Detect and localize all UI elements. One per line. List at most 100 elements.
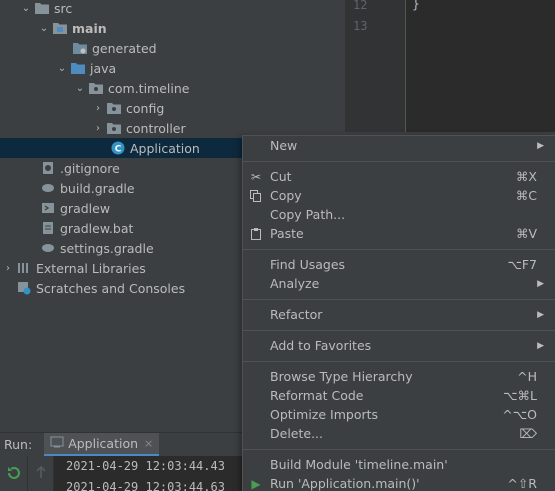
module-folder-icon <box>52 20 68 36</box>
menu-item-optimize-imports[interactable]: Optimize Imports ^⌥O <box>243 405 555 424</box>
rerun-icon[interactable] <box>6 465 22 484</box>
tree-item-label: gradlew.bat <box>60 220 134 236</box>
menu-item-paste[interactable]: Paste ⌘V <box>243 224 555 243</box>
chevron-right-icon[interactable]: › <box>92 98 104 118</box>
run-tab-application[interactable]: Application × <box>44 432 160 457</box>
menu-item-refactor[interactable]: Refactor ▶ <box>243 305 555 324</box>
run-toolbar <box>0 456 28 491</box>
package-icon <box>106 120 122 136</box>
chevron-right-icon[interactable]: › <box>92 118 104 138</box>
tree-item-label: java <box>90 60 117 76</box>
close-icon[interactable]: × <box>144 437 153 450</box>
submenu-arrow-icon: ▶ <box>537 309 544 320</box>
submenu-arrow-icon: ▶ <box>537 278 544 289</box>
submenu-arrow-icon: ▶ <box>537 140 544 151</box>
menu-item-delete[interactable]: Delete... ⌦ <box>243 424 555 443</box>
tree-item-label: config <box>126 100 165 116</box>
tree-item-label: com.timeline <box>108 80 190 96</box>
menu-item-reformat-code[interactable]: Reformat Code ⌥⌘L <box>243 386 555 405</box>
tree-item-generated[interactable]: generated <box>0 38 345 58</box>
chevron-down-icon[interactable]: ⌄ <box>56 58 68 78</box>
menu-item-label: Paste <box>270 226 304 241</box>
tree-item-label: generated <box>92 40 157 56</box>
tree-item-package[interactable]: ⌄ com.timeline <box>0 78 345 98</box>
tree-item-label: build.gradle <box>60 180 135 196</box>
tree-item-config[interactable]: › config <box>0 98 345 118</box>
menu-item-label: New <box>270 138 298 153</box>
tree-item-main[interactable]: ⌄ main <box>0 18 345 38</box>
menu-item-label: Run 'Application.main()' <box>270 476 420 491</box>
scissors-icon: ✂ <box>250 169 262 184</box>
line-number: 13 <box>353 19 368 33</box>
menu-item-copy[interactable]: Copy ⌘C <box>243 186 555 205</box>
shortcut-label: ^⌥O <box>502 407 537 422</box>
ignore-file-icon <box>40 160 56 176</box>
menu-item-run-application[interactable]: ▶ Run 'Application.main()' ^⇧R <box>243 474 555 491</box>
code-editor[interactable]: } <box>405 0 555 132</box>
package-icon <box>106 100 122 116</box>
tree-item-label: Scratches and Consoles <box>36 280 186 296</box>
menu-item-build-module[interactable]: Build Module 'timeline.main' <box>243 455 555 474</box>
menu-item-label: Build Module 'timeline.main' <box>270 457 448 472</box>
copy-icon <box>249 189 263 203</box>
run-tab-label: Application <box>68 435 139 451</box>
console-line: 2021-04-29 12:03:44.43 <box>66 459 225 473</box>
menu-item-add-to-favorites[interactable]: Add to Favorites ▶ <box>243 336 555 355</box>
menu-item-label: Refactor <box>270 307 323 322</box>
folder-icon <box>34 0 50 16</box>
source-folder-icon <box>70 60 86 76</box>
shortcut-label: ⌘X <box>515 169 537 184</box>
menu-item-label: Find Usages <box>270 257 346 272</box>
terminal-file-icon <box>40 200 56 216</box>
menu-item-label: Cut <box>270 169 292 184</box>
arrow-up-icon[interactable] <box>34 465 48 482</box>
text-file-icon <box>40 220 56 236</box>
submenu-arrow-icon: ▶ <box>537 340 544 351</box>
chevron-right-icon[interactable]: › <box>2 258 14 278</box>
menu-separator <box>243 249 555 250</box>
menu-item-label: Delete... <box>270 426 323 441</box>
svg-text:C: C <box>115 145 122 155</box>
shortcut-label: ⌘V <box>515 226 537 241</box>
menu-item-analyze[interactable]: Analyze ▶ <box>243 274 555 293</box>
package-icon <box>88 80 104 96</box>
menu-item-label: Add to Favorites <box>270 338 372 353</box>
tree-item-java[interactable]: ⌄ java <box>0 58 345 78</box>
run-toolbar-secondary <box>28 456 54 491</box>
chevron-down-icon[interactable]: ⌄ <box>20 0 32 18</box>
run-config-icon <box>50 436 64 451</box>
shortcut-label: ⌦ <box>519 426 537 441</box>
tree-item-label: gradlew <box>60 200 111 216</box>
menu-separator <box>243 299 555 300</box>
tree-item-label: settings.gradle <box>60 240 154 256</box>
class-icon: C <box>110 140 126 156</box>
menu-item-find-usages[interactable]: Find Usages ⌥F7 <box>243 255 555 274</box>
run-icon: ▶ <box>251 476 261 491</box>
menu-item-copy-path[interactable]: Copy Path... <box>243 205 555 224</box>
tree-item-src[interactable]: ⌄ src <box>0 0 345 18</box>
tree-item-label: .gitignore <box>60 160 120 176</box>
code-line: } <box>412 0 420 12</box>
line-number: 12 <box>353 0 368 12</box>
menu-item-label: Copy Path... <box>270 207 346 222</box>
gradle-icon <box>40 240 56 256</box>
context-menu: New ▶ ✂ Cut ⌘X Copy ⌘C Copy Path... Past… <box>242 135 555 491</box>
shortcut-label: ^H <box>517 369 537 384</box>
menu-item-label: Copy <box>270 188 302 203</box>
shortcut-label: ⌥⌘L <box>503 388 537 403</box>
menu-item-new[interactable]: New ▶ <box>243 136 555 155</box>
editor-gutter: 12 13 <box>345 0 405 132</box>
menu-item-browse-type-hierarchy[interactable]: Browse Type Hierarchy ^H <box>243 367 555 386</box>
shortcut-label: ⌥F7 <box>507 257 537 272</box>
chevron-down-icon[interactable]: ⌄ <box>74 78 86 98</box>
menu-item-cut[interactable]: ✂ Cut ⌘X <box>243 167 555 186</box>
clipboard-icon <box>249 227 263 241</box>
menu-item-label: Optimize Imports <box>270 407 379 422</box>
menu-item-label: Browse Type Hierarchy <box>270 369 413 384</box>
shortcut-label: ⌘C <box>515 188 537 203</box>
scratches-icon <box>16 280 32 296</box>
shortcut-label: ^⇧R <box>507 476 537 491</box>
chevron-down-icon[interactable]: ⌄ <box>38 18 50 38</box>
menu-separator <box>243 161 555 162</box>
console-line: 2021-04-29 12:03:44.63 <box>66 480 225 491</box>
